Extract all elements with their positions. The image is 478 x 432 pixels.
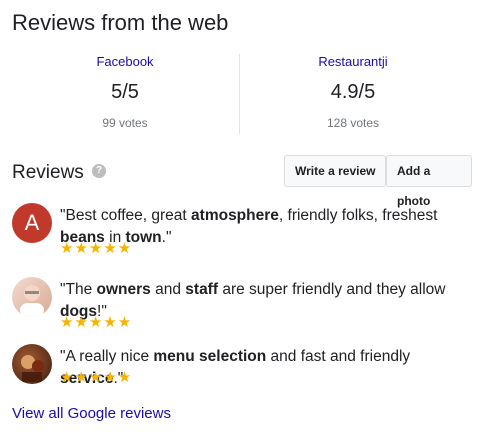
reviews-title: Reviews [12, 162, 84, 183]
review-keyword: owners [96, 281, 151, 298]
review-text-part: and fast and friendly [266, 348, 411, 365]
review-text-part: are super friendly and they allow [218, 281, 446, 298]
avatar-photo-icon [20, 285, 44, 317]
avatar-photo-icon [21, 355, 44, 382]
source-votes: 99 votes [102, 116, 148, 130]
review-text-part: "A really nice [60, 348, 154, 365]
star-rating: ★★★★★ [60, 314, 133, 331]
source-name[interactable]: Facebook [10, 54, 240, 69]
source-name[interactable]: Restaurantji [238, 54, 468, 69]
add-photo-button[interactable]: Add a photo [386, 155, 472, 208]
avatar: A [12, 203, 52, 243]
review-text-part: "The [60, 281, 97, 298]
review-text-part: , friendly folks, freshest [278, 207, 438, 224]
review-keyword: menu selection [153, 348, 267, 365]
reviews-header: Reviews ? Write a review Add a photo [12, 155, 472, 208]
help-icon[interactable]: ? [92, 164, 106, 178]
sources-divider [239, 54, 240, 134]
source-restaurantji[interactable]: Restaurantji 4.9/5 128 votes [238, 50, 468, 130]
source-votes: 128 votes [326, 116, 380, 130]
source-score: 4.9/5 [330, 81, 376, 103]
write-review-button[interactable]: Write a review [284, 155, 387, 187]
review-keyword: atmosphere [191, 207, 279, 224]
star-rating: ★★★★★ [60, 369, 133, 386]
source-facebook[interactable]: Facebook 5/5 99 votes [10, 50, 240, 130]
view-all-reviews-link[interactable]: View all Google reviews [12, 405, 171, 422]
review-text-part: and [150, 281, 186, 298]
page-title: Reviews from the web [12, 10, 229, 35]
review-text-part: ." [161, 229, 172, 246]
review-text-part: "Best coffee, great [60, 207, 192, 224]
star-rating: ★★★★★ [60, 240, 133, 257]
source-score: 5/5 [111, 81, 139, 103]
review-keyword: staff [185, 281, 219, 298]
avatar [12, 344, 52, 384]
avatar [12, 277, 52, 317]
